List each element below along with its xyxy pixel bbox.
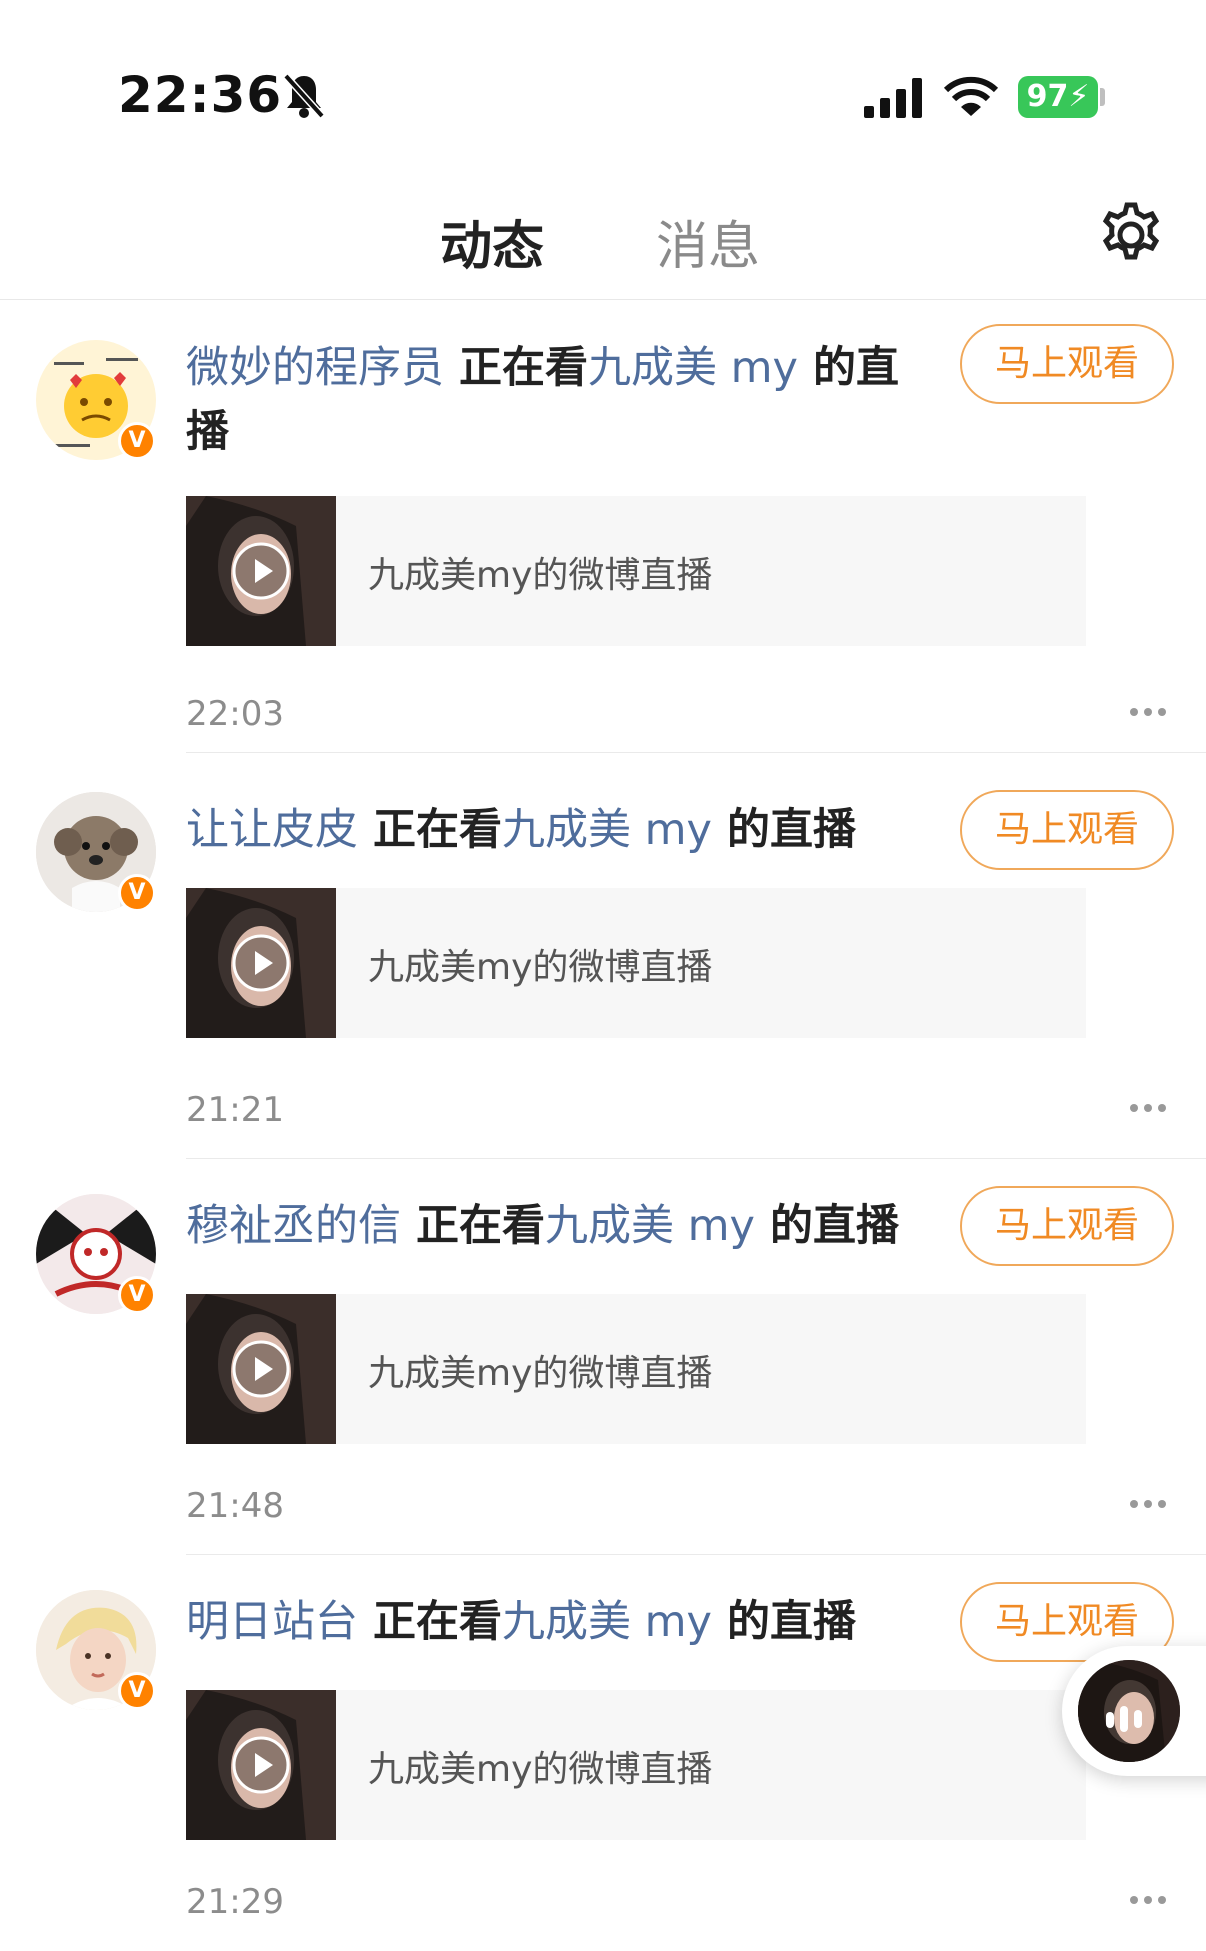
verified-badge-icon: V [118, 1276, 156, 1314]
more-options-icon[interactable] [1128, 705, 1168, 719]
timestamp: 21:29 [186, 1882, 284, 1922]
play-icon[interactable] [231, 933, 291, 993]
divider [186, 1158, 1206, 1159]
feed-item[interactable]: V 让让皮皮 正在看九成美 my 的直播 马上观看 九成美my的微博直播 21:… [0, 782, 1206, 1178]
timestamp: 21:48 [186, 1486, 284, 1526]
charging-bolt: ⚡ [1068, 79, 1090, 114]
live-thumbnail [186, 1690, 336, 1840]
user-name-link[interactable]: 微妙的程序员 [186, 343, 444, 393]
live-title: 九成美my的微博直播 [368, 555, 713, 596]
live-title: 九成美my的微博直播 [368, 1353, 713, 1394]
verified-badge-icon: V [118, 874, 156, 912]
live-thumbnail [186, 888, 336, 1038]
play-icon[interactable] [231, 1735, 291, 1795]
verified-badge-icon: V [118, 1672, 156, 1710]
streamer-name-link[interactable]: 九成美 my [588, 343, 798, 393]
streamer-name-link[interactable]: 九成美 my [502, 1597, 712, 1647]
verified-badge-icon: V [118, 422, 156, 460]
tab-messages[interactable]: 消息 [656, 204, 760, 279]
action-text: 正在看 [458, 343, 588, 393]
battery-charging-icon: 97⚡ [1018, 76, 1098, 118]
streamer-name-link[interactable]: 九成美 my [545, 1201, 755, 1251]
suffix-text: 的直播 [769, 1201, 899, 1251]
live-title: 九成美my的微博直播 [368, 1749, 713, 1790]
suffix-text: 的直播 [726, 805, 856, 855]
action-text: 正在看 [372, 1597, 502, 1647]
more-options-icon[interactable] [1128, 1101, 1168, 1115]
floating-live-bubble[interactable] [1062, 1646, 1206, 1776]
streamer-name-link[interactable]: 九成美 my [502, 805, 712, 855]
play-icon[interactable] [231, 541, 291, 601]
timestamp: 21:21 [186, 1090, 284, 1130]
more-options-icon[interactable] [1128, 1497, 1168, 1511]
battery-level: 97 [1026, 79, 1069, 114]
live-card[interactable]: 九成美my的微博直播 [186, 1294, 1086, 1444]
live-card[interactable]: 九成美my的微博直播 [186, 496, 1086, 646]
divider [186, 752, 1206, 753]
live-sound-icon [1106, 1706, 1142, 1732]
wifi-icon [944, 76, 998, 116]
live-thumbnail [186, 1294, 336, 1444]
status-bar: 22:36 97⚡ [0, 0, 1206, 150]
signal-icon [864, 78, 922, 118]
action-text: 正在看 [372, 805, 502, 855]
suffix-text: 的直播 [726, 1597, 856, 1647]
status-time: 22:36 [118, 66, 283, 124]
user-name-link[interactable]: 穆祉丞的信 [186, 1201, 401, 1251]
feed-item[interactable]: V 微妙的程序员 正在看九成美 my 的直播 马上观看 九成美my的微博直播 2… [0, 310, 1206, 753]
more-options-icon[interactable] [1128, 1893, 1168, 1907]
feed-headline: 穆祉丞的信 正在看九成美 my 的直播 [186, 1194, 916, 1258]
feed-headline: 微妙的程序员 正在看九成美 my 的直播 [186, 336, 916, 464]
user-name-link[interactable]: 让让皮皮 [186, 805, 358, 855]
watch-now-button[interactable]: 马上观看 [960, 1186, 1174, 1266]
watch-now-button[interactable]: 马上观看 [960, 790, 1174, 870]
gear-icon[interactable] [1096, 200, 1166, 270]
battery-cap [1100, 88, 1105, 106]
watch-now-button[interactable]: 马上观看 [960, 324, 1174, 404]
play-icon[interactable] [231, 1339, 291, 1399]
feed-item[interactable]: V 穆祉丞的信 正在看九成美 my 的直播 马上观看 九成美my的微博直播 21… [0, 1178, 1206, 1574]
timestamp: 22:03 [186, 694, 284, 734]
live-thumbnail [186, 496, 336, 646]
top-tab-bar: 动态 消息 [0, 180, 1206, 300]
feed-headline: 让让皮皮 正在看九成美 my 的直播 [186, 798, 916, 862]
feed-headline: 明日站台 正在看九成美 my 的直播 [186, 1590, 916, 1654]
user-name-link[interactable]: 明日站台 [186, 1597, 358, 1647]
live-card[interactable]: 九成美my的微博直播 [186, 1690, 1086, 1840]
live-card[interactable]: 九成美my的微博直播 [186, 888, 1086, 1038]
bell-slash-icon [283, 73, 325, 119]
tab-feed[interactable]: 动态 [440, 204, 544, 279]
action-text: 正在看 [415, 1201, 545, 1251]
divider [186, 1554, 1206, 1555]
feed-item[interactable]: V 明日站台 正在看九成美 my 的直播 马上观看 九成美my的微博直播 21:… [0, 1574, 1206, 1951]
live-title: 九成美my的微博直播 [368, 947, 713, 988]
